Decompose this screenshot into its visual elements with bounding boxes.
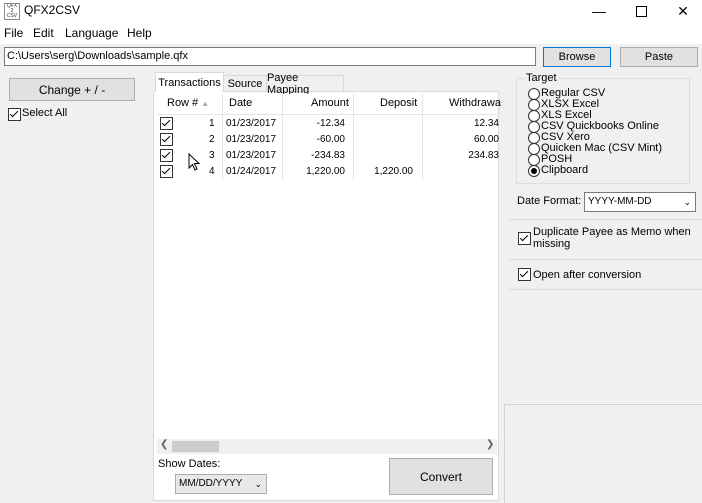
row-checkbox[interactable] xyxy=(160,165,173,178)
minimize-icon: — xyxy=(592,3,606,19)
radio-label: Clipboard xyxy=(541,164,589,176)
duplicate-payee-checkbox[interactable] xyxy=(518,232,531,245)
maximize-button[interactable] xyxy=(618,0,664,22)
mouse-cursor-icon xyxy=(188,153,200,171)
row-checkbox[interactable] xyxy=(160,149,173,162)
show-dates-value: MM/DD/YYYY xyxy=(179,478,243,489)
file-path-input[interactable]: C:\Users\serg\Downloads\sample.qfx xyxy=(4,47,536,66)
title-bar: QFX 2 CSV QFX2CSV — ✕ xyxy=(0,0,702,22)
menu-edit[interactable]: Edit xyxy=(33,26,54,40)
show-dates-select[interactable]: MM/DD/YYYY ⌄ xyxy=(175,474,267,494)
col-amount-header[interactable]: Amount xyxy=(311,97,349,109)
tab-source[interactable]: Source xyxy=(223,75,267,92)
change-sign-button[interactable]: Change + / - xyxy=(9,78,135,101)
divider xyxy=(509,219,702,220)
chevron-down-icon: ⌄ xyxy=(254,479,262,489)
table-row[interactable]: 1 01/23/2017 -12.34 12.34 xyxy=(157,116,499,132)
row-withdrawal: 12.34 xyxy=(473,118,499,129)
show-dates-label: Show Dates: xyxy=(158,458,221,470)
scroll-left-icon[interactable]: ❮ xyxy=(160,439,168,450)
maximize-icon xyxy=(635,5,647,17)
row-checkbox[interactable] xyxy=(160,117,173,130)
paste-button[interactable]: Paste xyxy=(620,47,698,67)
row-date: 01/23/2017 xyxy=(226,150,277,161)
date-format-value: YYYY-MM-DD xyxy=(588,196,652,207)
window-title: QFX2CSV xyxy=(24,3,81,17)
sort-up-icon: ▲ xyxy=(201,99,210,108)
menu-help[interactable]: Help xyxy=(127,26,152,40)
row-withdrawal: 234.83 xyxy=(468,150,499,161)
divider xyxy=(509,259,702,260)
row-number: 2 xyxy=(209,134,215,145)
date-format-label: Date Format: xyxy=(517,195,582,207)
grid-header: Row # ▲ Date Amount Deposit Withdrawa xyxy=(157,94,501,115)
row-deposit: 1,220.00 xyxy=(374,166,413,177)
log-panel xyxy=(504,404,702,503)
row-amount: -60.00 xyxy=(316,134,345,145)
close-icon: ✕ xyxy=(677,2,689,19)
col-deposit-header[interactable]: Deposit xyxy=(380,97,417,109)
tab-payee-mapping[interactable]: Payee Mapping xyxy=(266,72,344,96)
tab-transactions[interactable]: Transactions xyxy=(155,72,224,92)
row-number: 3 xyxy=(209,150,215,161)
row-date: 01/23/2017 xyxy=(226,118,277,129)
row-date: 01/24/2017 xyxy=(226,166,277,177)
col-date-header[interactable]: Date xyxy=(229,97,252,109)
chevron-down-icon: ⌄ xyxy=(683,197,691,207)
col-withdrawal-header[interactable]: Withdrawa xyxy=(449,97,501,109)
scroll-right-icon[interactable]: ❯ xyxy=(486,439,494,450)
open-after-conversion-checkbox[interactable] xyxy=(518,268,531,281)
row-checkbox[interactable] xyxy=(160,133,173,146)
row-withdrawal: 60.00 xyxy=(473,134,499,145)
select-all-checkbox[interactable] xyxy=(8,108,21,121)
row-amount: -234.83 xyxy=(311,150,345,161)
row-number: 1 xyxy=(209,118,215,129)
row-amount: 1,220.00 xyxy=(306,166,345,177)
menu-language[interactable]: Language xyxy=(65,26,118,40)
table-row[interactable]: 3 01/23/2017 -234.83 234.83 xyxy=(157,148,499,164)
target-legend: Target xyxy=(524,72,559,84)
row-date: 01/23/2017 xyxy=(226,134,277,145)
col-row-header[interactable]: Row # ▲ xyxy=(167,97,209,109)
radio-clipboard[interactable] xyxy=(528,165,540,177)
open-after-conversion-label: Open after conversion xyxy=(533,269,642,281)
menu-bar: File Edit Language Help xyxy=(0,22,702,44)
row-amount: -12.34 xyxy=(316,118,345,129)
minimize-button[interactable]: — xyxy=(576,0,622,22)
browse-button[interactable]: Browse xyxy=(543,47,611,67)
close-button[interactable]: ✕ xyxy=(660,0,702,22)
scrollbar-thumb[interactable] xyxy=(172,441,219,452)
table-row[interactable]: 2 01/23/2017 -60.00 60.00 xyxy=(157,132,499,148)
app-icon: QFX 2 CSV xyxy=(4,3,20,20)
date-format-select[interactable]: YYYY-MM-DD ⌄ xyxy=(584,192,696,212)
convert-button[interactable]: Convert xyxy=(389,458,493,495)
row-number: 4 xyxy=(209,166,215,177)
duplicate-payee-label: Duplicate Payee as Memo when missing xyxy=(533,226,691,250)
divider xyxy=(509,289,702,290)
table-row[interactable]: 4 01/24/2017 1,220.00 1,220.00 xyxy=(157,164,497,180)
menu-file[interactable]: File xyxy=(4,26,23,40)
select-all-label: Select All xyxy=(22,107,68,119)
